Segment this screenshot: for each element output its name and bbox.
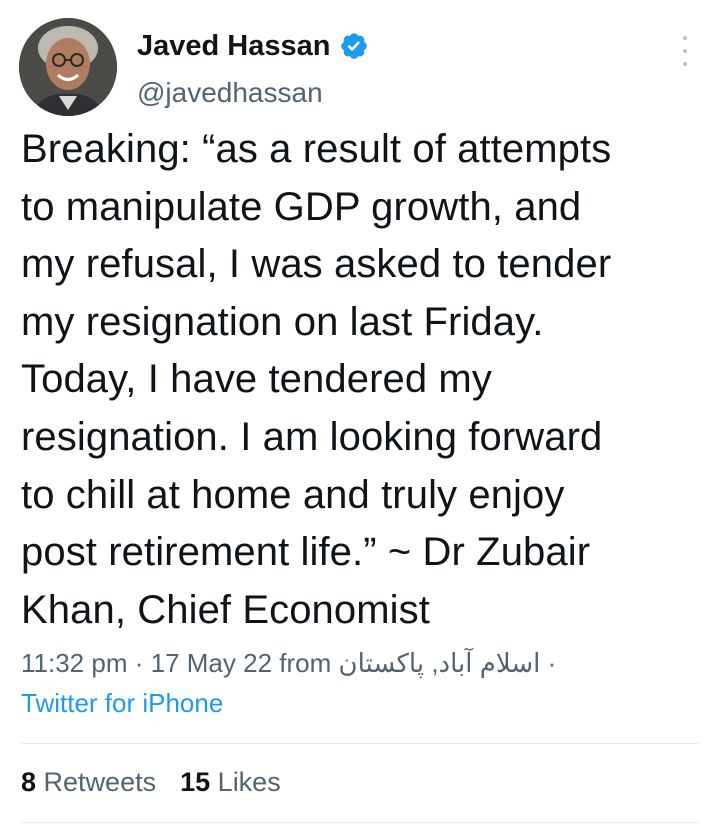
- tweet-text: Breaking: “as a result of attempts to ma…: [21, 127, 612, 632]
- from-label: from: [279, 648, 332, 678]
- likes-label: Likes: [217, 767, 281, 797]
- tweet-stats: 8 Retweets 15 Likes: [21, 763, 281, 801]
- likes-stat[interactable]: 15 Likes: [180, 763, 281, 801]
- verified-badge-icon: [339, 31, 369, 61]
- location-separator: ·: [547, 648, 557, 678]
- more-options-icon[interactable]: [672, 36, 698, 66]
- retweets-label: Retweets: [43, 767, 157, 797]
- avatar-portrait-icon: [19, 18, 117, 116]
- likes-count: 15: [180, 767, 211, 797]
- tweet-source-link[interactable]: Twitter for iPhone: [21, 683, 701, 723]
- avatar[interactable]: [19, 18, 117, 116]
- tweet-time[interactable]: 11:32 pm: [21, 648, 127, 678]
- tweet-card: Javed Hassan @javedhassan Breaking: “as …: [0, 0, 720, 826]
- author-name-row[interactable]: Javed Hassan: [137, 28, 369, 64]
- author-handle[interactable]: @javedhassan: [137, 76, 323, 110]
- tweet-date[interactable]: 17 May 22: [151, 648, 272, 678]
- retweets-stat[interactable]: 8 Retweets: [21, 763, 156, 801]
- retweets-count: 8: [21, 767, 37, 797]
- divider: [21, 743, 699, 744]
- divider: [21, 822, 699, 823]
- meta-separator: ·: [134, 648, 144, 678]
- tweet-location[interactable]: اسلام آباد, پاکستان: [339, 643, 541, 683]
- tweet-metadata: 11:32 pm · 17 May 22 from اسلام آباد, پا…: [21, 643, 701, 723]
- display-name[interactable]: Javed Hassan: [137, 28, 330, 64]
